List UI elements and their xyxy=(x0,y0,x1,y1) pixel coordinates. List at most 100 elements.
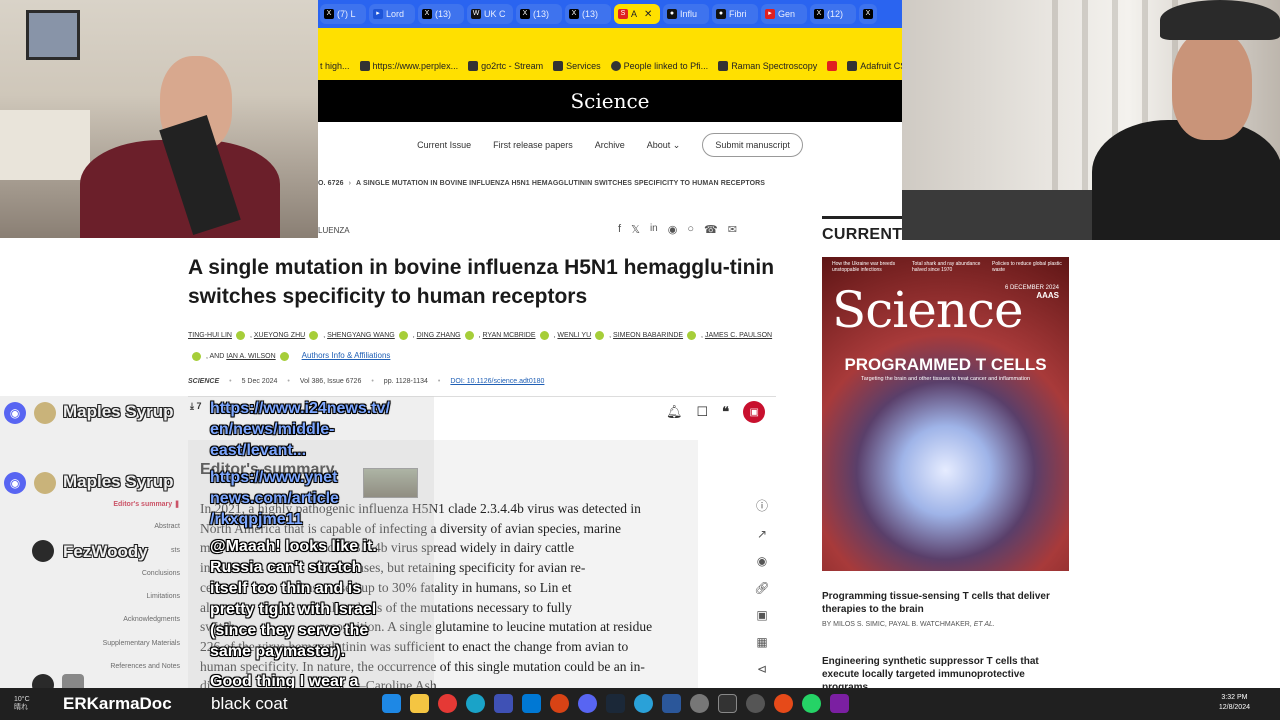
windows-icon[interactable] xyxy=(382,694,401,713)
browser-tab[interactable]: X (13) xyxy=(418,4,464,24)
bookmark[interactable]: https://www.perplex... xyxy=(359,61,458,71)
chat-message[interactable]: https://www.ynet xyxy=(210,469,337,487)
author-link[interactable]: TING-HUI LIN xyxy=(188,332,232,339)
browser-tab[interactable]: ▸ Lord xyxy=(369,4,415,24)
edge-icon[interactable] xyxy=(466,694,485,713)
bookmark[interactable] xyxy=(827,61,838,71)
author-link[interactable]: JAMES C. PAULSON xyxy=(705,332,772,339)
journal-name[interactable]: SCIENCE xyxy=(188,378,219,385)
bookmark[interactable]: Services xyxy=(553,61,601,71)
chat-message[interactable]: news.com/article xyxy=(210,490,339,508)
browser-tab[interactable]: X (13) xyxy=(565,4,611,24)
pdf-icon[interactable]: ▣ xyxy=(743,401,766,423)
chrome-icon[interactable] xyxy=(438,694,457,713)
word-icon[interactable] xyxy=(662,694,681,713)
bell-icon[interactable]: 🔔︎ xyxy=(666,404,683,420)
discord-taskbar-icon[interactable] xyxy=(578,694,597,713)
bookmark[interactable]: go2rtc - Stream xyxy=(468,61,543,71)
app-icon[interactable] xyxy=(774,694,793,713)
issue-article[interactable]: Programming tissue-sensing T cells that … xyxy=(822,590,1072,628)
system-clock[interactable]: 3:32 PM 12/8/2024 xyxy=(1219,693,1250,713)
chat-message[interactable]: en/news/middle- xyxy=(210,421,334,439)
browser-tab[interactable]: ● Fibri xyxy=(712,4,758,24)
share-icon[interactable]: ⊲ xyxy=(757,662,767,676)
browser-tab[interactable]: W UK C xyxy=(467,4,513,24)
folder-icon[interactable] xyxy=(410,694,429,713)
outlook-icon[interactable] xyxy=(522,694,541,713)
article-category[interactable]: LUENZA xyxy=(318,226,350,235)
whatsapp-taskbar-icon[interactable] xyxy=(802,694,821,713)
quote-icon[interactable]: ❝ xyxy=(722,404,729,420)
current-issue-cover[interactable]: How the Ukraine war breeds unstoppable i… xyxy=(822,257,1069,571)
linkedin-icon[interactable]: in xyxy=(650,223,658,236)
app-icon[interactable] xyxy=(550,694,569,713)
telegram-icon[interactable] xyxy=(634,694,653,713)
bookmark[interactable]: People linked to Pfi... xyxy=(610,61,708,71)
info-icon[interactable]: ⓘ xyxy=(756,497,768,514)
breadcrumb-issue[interactable]: O. 6726 xyxy=(318,180,344,187)
close-tab-icon[interactable]: ✕ xyxy=(644,9,652,20)
app-icon[interactable] xyxy=(494,694,513,713)
orcid-icon[interactable] xyxy=(192,351,201,361)
eye-icon[interactable]: ◉ xyxy=(757,554,767,568)
author-link[interactable]: DING ZHANG xyxy=(417,332,461,339)
orcid-icon[interactable] xyxy=(309,330,319,340)
image-icon[interactable]: ▣ xyxy=(756,608,767,622)
table-icon[interactable]: ▦ xyxy=(756,635,767,649)
author-link[interactable]: RYAN MCBRIDE xyxy=(483,332,536,339)
browser-tab[interactable]: X (7) L xyxy=(320,4,366,24)
settings-icon[interactable] xyxy=(690,694,709,713)
science-logo[interactable]: Science xyxy=(570,89,649,113)
orcid-icon[interactable] xyxy=(398,330,408,340)
browser-tab[interactable]: X xyxy=(859,4,877,24)
orcid-icon[interactable] xyxy=(279,351,289,361)
browser-tab-active[interactable]: S A ✕ xyxy=(614,4,660,24)
orcid-icon[interactable] xyxy=(539,330,549,340)
issue-article-title[interactable]: Programming tissue-sensing T cells that … xyxy=(822,590,1072,616)
chat-message[interactable]: east/levant... xyxy=(210,442,306,460)
wechat-icon[interactable]: ○ xyxy=(687,223,694,236)
orcid-icon[interactable] xyxy=(687,330,697,340)
bookmark-icon[interactable]: ☐ xyxy=(697,404,709,420)
wall-picture xyxy=(26,10,80,60)
orcid-icon[interactable] xyxy=(235,330,245,340)
weather-widget[interactable]: 10°C 晴れ xyxy=(14,696,30,712)
x-share-icon[interactable]: 𝕏 xyxy=(631,223,640,236)
submit-manuscript-button[interactable]: Submit manuscript xyxy=(702,133,803,157)
cover-subhead: Targeting the brain and other tissues to… xyxy=(860,376,1031,382)
whatsapp-icon[interactable]: ☎ xyxy=(704,223,718,236)
nav-current-issue[interactable]: Current Issue xyxy=(417,140,471,150)
nav-about[interactable]: About ⌄ xyxy=(647,140,681,151)
bookmark[interactable]: Raman Spectroscopy xyxy=(718,61,817,71)
doi-link[interactable]: DOI: 10.1126/science.adt0180 xyxy=(450,378,544,385)
volume-issue[interactable]: Vol 386, Issue 6726 xyxy=(300,378,362,385)
chat-message[interactable]: https://www.i24news.tv/ xyxy=(210,400,390,418)
onenote-icon[interactable] xyxy=(830,694,849,713)
link-icon[interactable]: 🔗︎ xyxy=(754,581,769,595)
browser-tab[interactable]: ● Influ xyxy=(663,4,709,24)
author-link[interactable]: WENLI YU xyxy=(557,332,591,339)
metrics-icon[interactable]: ↗ xyxy=(757,527,767,541)
author-link[interactable]: SHENGYANG WANG xyxy=(327,332,395,339)
browser-tab[interactable]: ▸ Gen xyxy=(761,4,807,24)
browser-tab[interactable]: X (13) xyxy=(516,4,562,24)
steam-icon[interactable] xyxy=(606,694,625,713)
address-bar[interactable] xyxy=(318,28,902,52)
email-icon[interactable]: ✉ xyxy=(728,223,737,236)
author-link[interactable]: IAN A. WILSON xyxy=(226,353,275,360)
orcid-icon[interactable] xyxy=(595,330,605,340)
github-icon[interactable] xyxy=(746,694,765,713)
chat-message[interactable]: /rkxqpjme11 xyxy=(210,511,303,529)
bookmark[interactable]: Adafruit CSI or DSI... xyxy=(847,61,902,71)
author-link[interactable]: XUEYONG ZHU xyxy=(254,332,305,339)
nav-first-release[interactable]: First release papers xyxy=(493,140,573,150)
author-link[interactable]: SIMEON BABARINDE xyxy=(613,332,683,339)
authors-affiliations-link[interactable]: Authors Info & Affiliations xyxy=(302,351,391,360)
orcid-icon[interactable] xyxy=(464,330,474,340)
nav-archive[interactable]: Archive xyxy=(595,140,625,150)
facebook-icon[interactable]: f xyxy=(618,223,621,236)
browser-tab[interactable]: X (12) xyxy=(810,4,856,24)
terminal-icon[interactable] xyxy=(718,694,737,713)
reddit-icon[interactable]: ◉ xyxy=(668,223,678,236)
bookmark[interactable]: t high... xyxy=(320,61,350,71)
